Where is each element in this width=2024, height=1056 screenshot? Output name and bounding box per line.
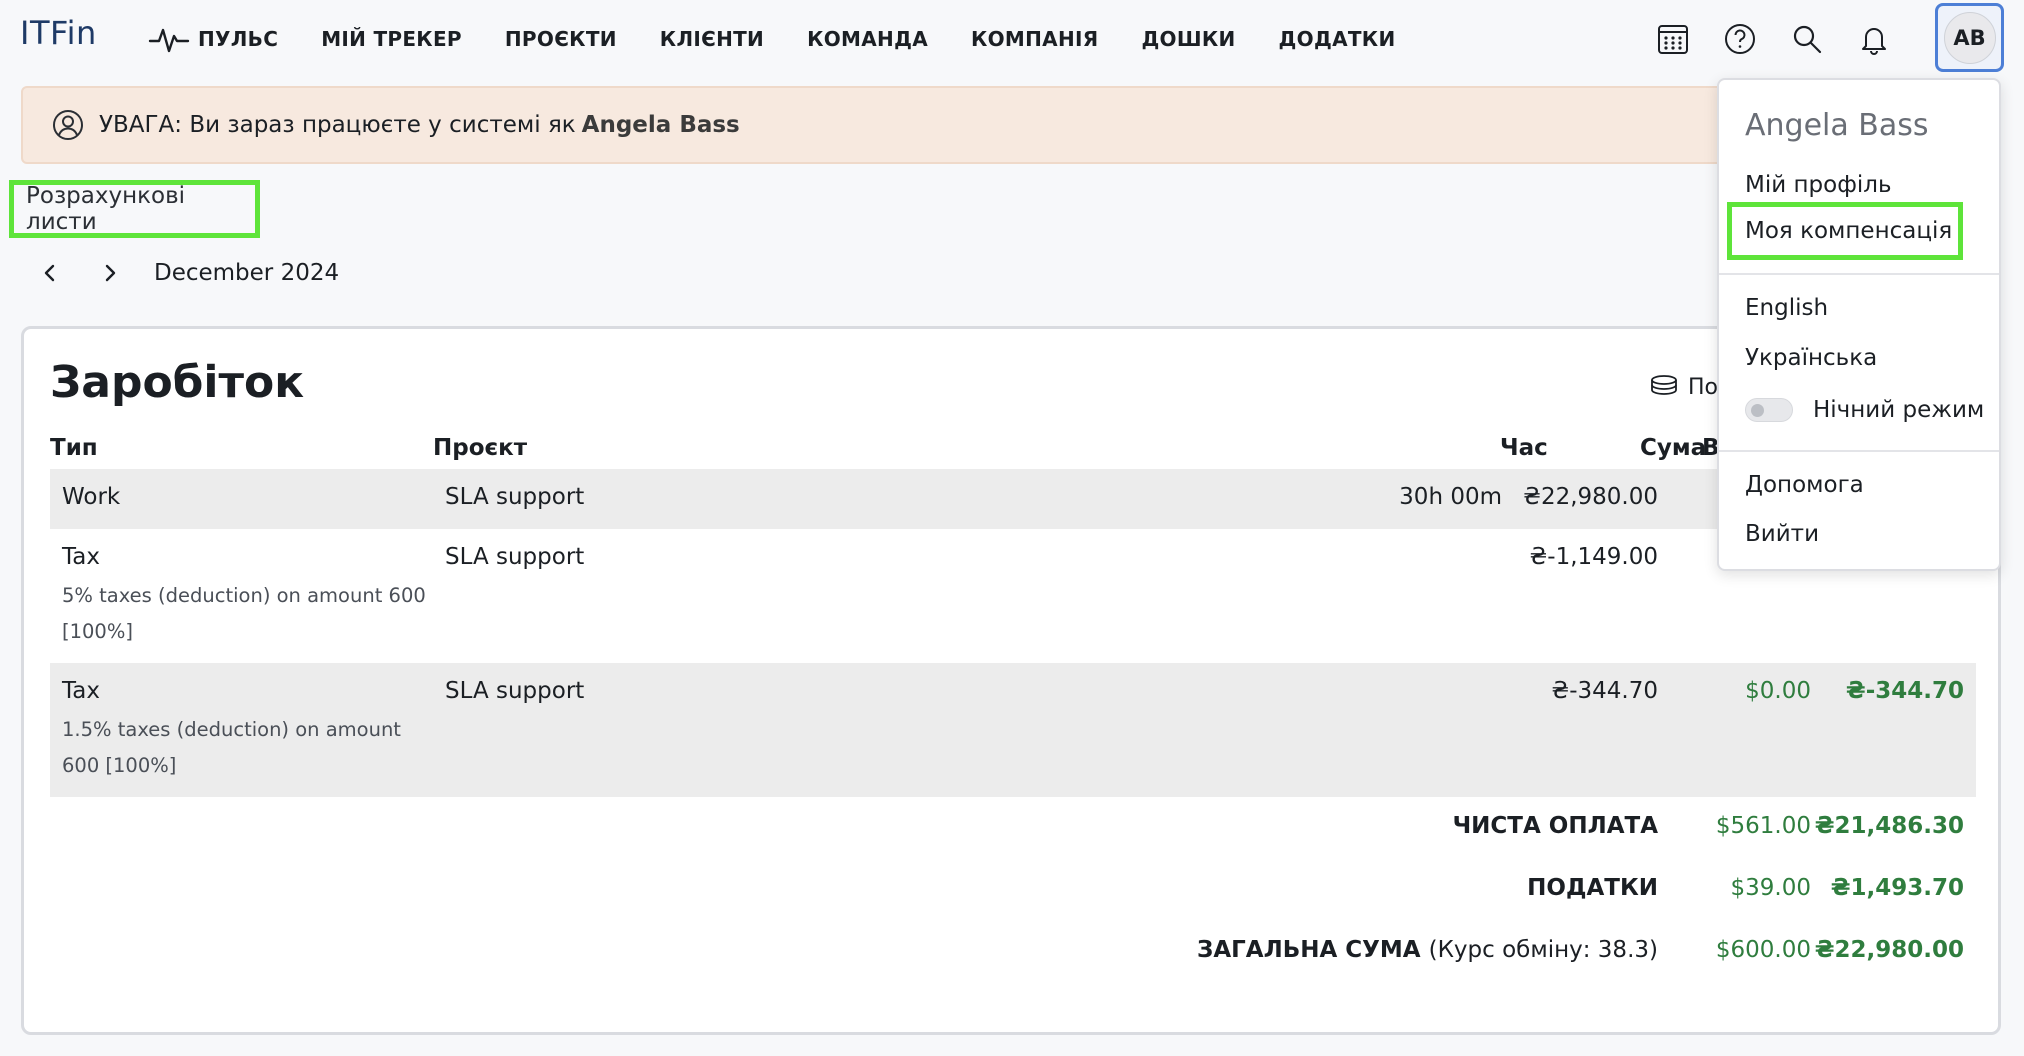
search-icon [1793, 25, 1822, 54]
nav-item-label: ПРОЄКТИ [504, 27, 617, 51]
net-pay-label: ЧИСТА ОПЛАТА [1452, 813, 1658, 839]
exchange-rate: (Курс обміну: 38.3) [1428, 937, 1658, 963]
row-project: SLA support [445, 484, 585, 510]
total-row-taxes: ПОДАТКИ $39.00 ₴1,493.70 [50, 875, 1976, 915]
row-type: Tax [62, 544, 100, 570]
nav-item-pulse[interactable]: ПУЛЬС [148, 22, 278, 56]
earnings-card: Заробіток По Тип Проєкт Час Сума Всь Wor… [21, 326, 2001, 1035]
earnings-action-button[interactable]: По [1648, 373, 1718, 401]
night-mode-toggle[interactable]: Нічний режим [1745, 397, 1984, 423]
menu-divider [1719, 450, 1999, 452]
nav-item-boards[interactable]: ДОШКИ [1141, 27, 1235, 51]
search-button[interactable] [1784, 16, 1830, 62]
taxes-usd: $39.00 [1730, 875, 1811, 901]
row-type: Tax [62, 678, 100, 704]
column-type: Тип [50, 435, 98, 461]
chevron-right-icon [105, 264, 116, 282]
net-pay-uah: ₴21,486.30 [1814, 813, 1964, 839]
header-icons [1650, 16, 1918, 62]
impersonation-banner: УВАГА: Ви зараз працюєте у системі як An… [21, 86, 2001, 164]
column-time: Час [1500, 435, 1548, 461]
nav-item-label: КОМАНДА [807, 27, 928, 51]
total-row-net: ЧИСТА ОПЛАТА $561.00 ₴21,486.30 [50, 813, 1976, 853]
chevron-left-icon [44, 264, 55, 282]
next-month-button[interactable] [96, 255, 124, 291]
nav-item-my-tracker[interactable]: МІЙ ТРЕКЕР [321, 27, 462, 51]
top-navigation: ITFin ПУЛЬС МІЙ ТРЕКЕР ПРОЄКТИ КЛІЄНТИ К… [0, 0, 2024, 78]
menu-item-profile[interactable]: Мій профіль [1745, 172, 1892, 198]
app-logo[interactable]: ITFin [20, 14, 97, 52]
row-type: Work [62, 484, 121, 510]
menu-item-help[interactable]: Допомога [1745, 472, 1864, 498]
menu-item-english[interactable]: English [1745, 295, 1828, 321]
current-month: December 2024 [154, 260, 340, 286]
taxes-label: ПОДАТКИ [1527, 875, 1658, 901]
toggle-knob [1751, 404, 1764, 417]
nav-item-addons[interactable]: ДОДАТКИ [1279, 27, 1396, 51]
menu-item-logout[interactable]: Вийти [1745, 521, 1819, 547]
nav-item-label: ПУЛЬС [198, 27, 279, 51]
nav-item-team[interactable]: КОМАНДА [807, 27, 928, 51]
row-uah: ₴-344.70 [1845, 678, 1964, 704]
total-row-grand: ЗАГАЛЬНА СУМА (Курс обміну: 38.3) $600.0… [50, 937, 1976, 977]
grand-total-label: ЗАГАЛЬНА СУМА (Курс обміну: 38.3) [1197, 937, 1658, 963]
grand-total-title: ЗАГАЛЬНА СУМА [1197, 937, 1421, 963]
row-project: SLA support [445, 544, 585, 570]
column-project: Проєкт [433, 435, 528, 461]
nav-item-label: МІЙ ТРЕКЕР [321, 27, 462, 51]
page-title: Розрахункові листи [9, 180, 260, 238]
main-menu: ПУЛЬС МІЙ ТРЕКЕР ПРОЄКТИ КЛІЄНТИ КОМАНДА… [148, 0, 1438, 78]
dropdown-user-name: Angela Bass [1745, 108, 1929, 143]
row-project: SLA support [445, 678, 585, 704]
help-button[interactable] [1717, 16, 1763, 62]
pulse-icon [148, 28, 190, 53]
previous-month-button[interactable] [36, 255, 64, 291]
nav-item-clients[interactable]: КЛІЄНТИ [660, 27, 764, 51]
row-time: 30h 00m [1399, 484, 1502, 510]
table-row: Work SLA support 30h 00m ₴22,980.00 [50, 469, 1976, 529]
nav-item-projects[interactable]: ПРОЄКТИ [505, 27, 617, 51]
menu-divider [1719, 273, 1999, 275]
user-menu-button[interactable]: AB [1935, 3, 2004, 72]
earnings-action-label: По [1688, 374, 1719, 400]
banner-user-name: Angela Bass [581, 112, 740, 138]
nav-item-company[interactable]: КОМПАНІЯ [971, 27, 1098, 51]
row-note: 1.5% taxes (deduction) on amount 600 [10… [62, 718, 401, 777]
grand-total-usd: $600.00 [1715, 937, 1811, 963]
row-usd: $0.00 [1745, 678, 1811, 704]
help-icon [1725, 24, 1755, 54]
grand-total-uah: ₴22,980.00 [1814, 937, 1964, 963]
earnings-title: Заробіток [50, 357, 305, 408]
net-pay-usd: $561.00 [1715, 813, 1811, 839]
row-amount: ₴-344.70 [1551, 678, 1658, 704]
user-circle-icon [53, 110, 83, 140]
table-row: Tax 5% taxes (deduction) on amount 600 [… [50, 529, 1976, 663]
column-amount: Сума [1640, 435, 1707, 461]
avatar: AB [1943, 11, 1996, 64]
nav-item-label: ДОШКИ [1141, 27, 1236, 51]
taxes-uah: ₴1,493.70 [1830, 875, 1964, 901]
row-amount: ₴-1,149.00 [1529, 544, 1658, 570]
table-row: Tax 1.5% taxes (deduction) on amount 600… [50, 663, 1976, 797]
menu-item-ukrainian[interactable]: Українська [1745, 345, 1877, 371]
user-dropdown-menu: Angela Bass Мій профіль Моя компенсація … [1717, 78, 2001, 571]
nav-item-label: ДОДАТКИ [1278, 27, 1396, 51]
notifications-button[interactable] [1851, 16, 1897, 62]
row-amount: ₴22,980.00 [1523, 484, 1658, 510]
calendar-button[interactable] [1650, 16, 1696, 62]
calendar-icon [1658, 25, 1688, 54]
night-mode-label: Нічний режим [1813, 397, 1985, 423]
nav-item-label: КОМПАНІЯ [970, 27, 1099, 51]
nav-item-label: КЛІЄНТИ [659, 27, 765, 51]
month-navigation: December 2024 [36, 255, 339, 291]
coins-icon [1651, 375, 1677, 395]
bell-icon [1862, 28, 1886, 55]
menu-item-compensation[interactable]: Моя компенсація [1727, 202, 1963, 260]
banner-text: УВАГА: Ви зараз працюєте у системі як [99, 112, 576, 138]
row-note: 5% taxes (deduction) on amount 600 [100%… [62, 584, 426, 643]
toggle-switch[interactable] [1745, 398, 1793, 422]
